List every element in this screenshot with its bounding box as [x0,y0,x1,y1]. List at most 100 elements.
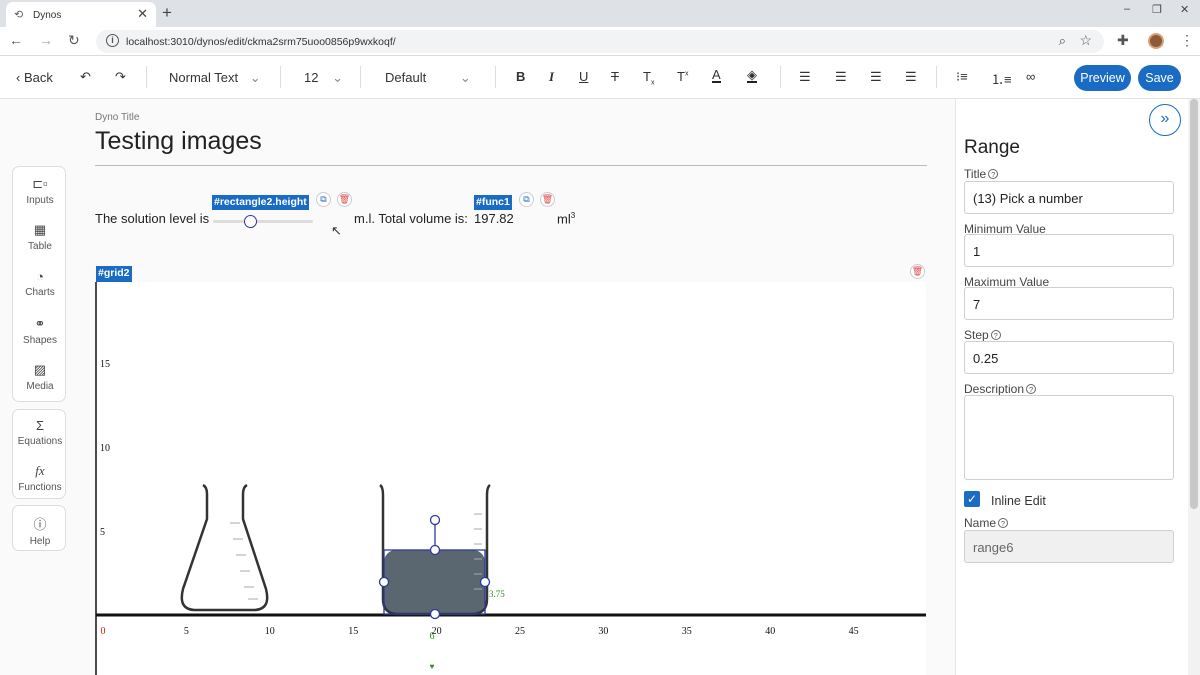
justify-icon[interactable]: ☰ [905,69,917,85]
browser-tab-strip: ⟲ Dynos ✕ + – ❐ ✕ [0,0,1200,27]
forward-arrow-icon[interactable]: → [39,32,53,48]
liquid-rectangle[interactable] [384,550,485,614]
x-tick-label: 45 [849,626,859,637]
help-circle-icon[interactable]: ? [988,169,999,179]
italic-icon[interactable]: I [549,69,554,85]
back-button[interactable]: ‹ Back [16,70,53,85]
text-style-select[interactable]: Normal Text ⌄ [169,70,261,86]
inline-edit-checkbox[interactable]: ✓ [964,491,980,507]
description-label-text: Description [964,382,1025,396]
browser-tab[interactable]: ⟲ Dynos ✕ [6,2,156,27]
tab-title: Dynos [33,10,62,21]
toolbar-divider [936,66,937,88]
chevron-down-icon: ⌄ [249,70,261,85]
rotate-handle[interactable] [429,514,441,526]
toolbar-divider [780,66,781,88]
save-button[interactable]: Save [1138,65,1181,91]
new-tab-button[interactable]: + [162,3,172,23]
maximum-value-field[interactable]: 7 [964,287,1174,320]
url-omnibox[interactable]: i localhost:3010/dynos/edit/ckma2srm75uo… [96,30,1104,53]
text-style-value: Normal Text [169,70,239,85]
y-tick-label: 5 [100,527,105,538]
x-tick-label: 30 [598,626,608,637]
reload-icon[interactable]: ↻ [68,32,80,49]
undo-icon[interactable]: ↶ [80,69,91,85]
align-right-icon[interactable]: ☰ [870,69,882,85]
description-textarea[interactable] [964,395,1174,480]
numbered-list-icon[interactable]: ⒈≡ [991,69,1012,88]
title-label-text: Title [964,167,987,181]
redo-icon[interactable]: ↷ [115,69,126,85]
inline-edit-label: Inline Edit [991,494,1046,508]
step-field[interactable]: 0.25 [964,341,1174,374]
x-tick-label: 40 [765,626,775,637]
resize-handle-left[interactable] [378,576,390,588]
collapse-panel-icon[interactable]: » [1149,104,1181,136]
x-tick-label: 10 [265,626,275,637]
x-tick-label: 25 [515,626,525,637]
resize-handle-bottom[interactable] [429,608,441,620]
editor-toolbar: ‹ Back ↶ ↷ Normal Text ⌄ 12 ⌄ Default ⌄ … [0,56,1200,99]
bulleted-list-icon[interactable]: ⁝≡ [956,69,968,85]
restore-icon[interactable]: ❐ [1152,3,1162,16]
resize-handle-right[interactable] [479,576,491,588]
url-text[interactable]: localhost:3010/dynos/edit/ckma2srm75uoo0… [126,36,396,48]
name-field-label: Name? [964,516,1009,530]
scrollbar[interactable] [1188,99,1200,675]
font-family-select[interactable]: Default ⌄ [385,70,471,86]
toolbar-divider [146,66,147,88]
close-window-icon[interactable]: ✕ [1180,3,1189,16]
align-center-icon[interactable]: ☰ [835,69,847,85]
bookmark-star-icon[interactable]: ☆ [1079,32,1092,49]
x-tick-label: 0 [101,626,106,637]
toolbar-divider [495,66,496,88]
help-circle-icon[interactable]: ? [998,518,1009,528]
bold-icon[interactable]: B [516,69,525,84]
address-bar-row: ← → ↻ i localhost:3010/dynos/edit/ckma2s… [0,27,1200,56]
help-circle-icon[interactable]: ? [1026,384,1037,394]
minimize-icon[interactable]: – [1124,3,1130,15]
anchor-marker-icon: ♥ [430,662,435,671]
x-tick-label: 15 [348,626,358,637]
panel-heading: Range [964,137,1020,158]
close-tab-icon[interactable]: ✕ [137,6,148,22]
site-info-icon[interactable]: i [106,34,119,47]
help-circle-icon[interactable]: ? [990,330,1001,340]
handle-y-label: 3.75 [489,589,505,599]
y-tick-label: 10 [100,443,110,454]
font-size-select[interactable]: 12 ⌄ [304,70,343,86]
extensions-puzzle-icon[interactable]: ✚ [1117,32,1129,49]
back-arrow-icon[interactable]: ← [9,32,23,48]
chevron-left-icon: ‹ [16,70,21,85]
title-field[interactable]: (13) Pick a number [964,181,1174,214]
strikethrough-icon[interactable]: T [611,69,619,84]
superscript-icon[interactable]: Tx [677,69,688,84]
subscript-icon[interactable]: Tx [643,69,654,87]
link-icon[interactable]: ∞ [1026,69,1035,84]
step-label-text: Step [964,328,989,342]
align-left-icon[interactable]: ☰ [799,69,811,85]
resize-handle-top[interactable] [429,544,441,556]
scrollbar-thumb[interactable] [1190,99,1198,509]
dynos-favicon-icon: ⟲ [14,9,24,21]
x-tick-label: 5 [184,626,189,637]
grid-canvas[interactable]: 15105 0 5 10 15 20 25 30 35 40 45 6 3.75… [0,99,955,675]
name-field: range6 [964,530,1174,563]
profile-avatar[interactable] [1148,33,1164,49]
browser-menu-icon[interactable]: ⋮ [1180,32,1194,49]
text-color-icon[interactable]: A [712,68,721,83]
handle-x-label: 6 [430,631,435,642]
x-tick-label: 35 [682,626,692,637]
underline-icon[interactable]: U [579,69,588,84]
chevron-down-icon: ⌄ [459,70,471,85]
minimum-value-field[interactable]: 1 [964,234,1174,267]
step-field-label: Step? [964,328,1001,342]
font-size-value: 12 [304,70,319,85]
name-label-text: Name [964,516,997,530]
editor-canvas: ⊏▫ Inputs ▦ Table ◔ Charts ⚭ Shapes ▨ Media Σ… [0,99,955,675]
back-label: Back [23,70,53,85]
zoom-icon[interactable]: ⌕ [1059,33,1066,49]
toolbar-divider [280,66,281,88]
fill-color-icon[interactable]: ◈ [747,68,757,83]
preview-button[interactable]: Preview [1074,65,1131,91]
